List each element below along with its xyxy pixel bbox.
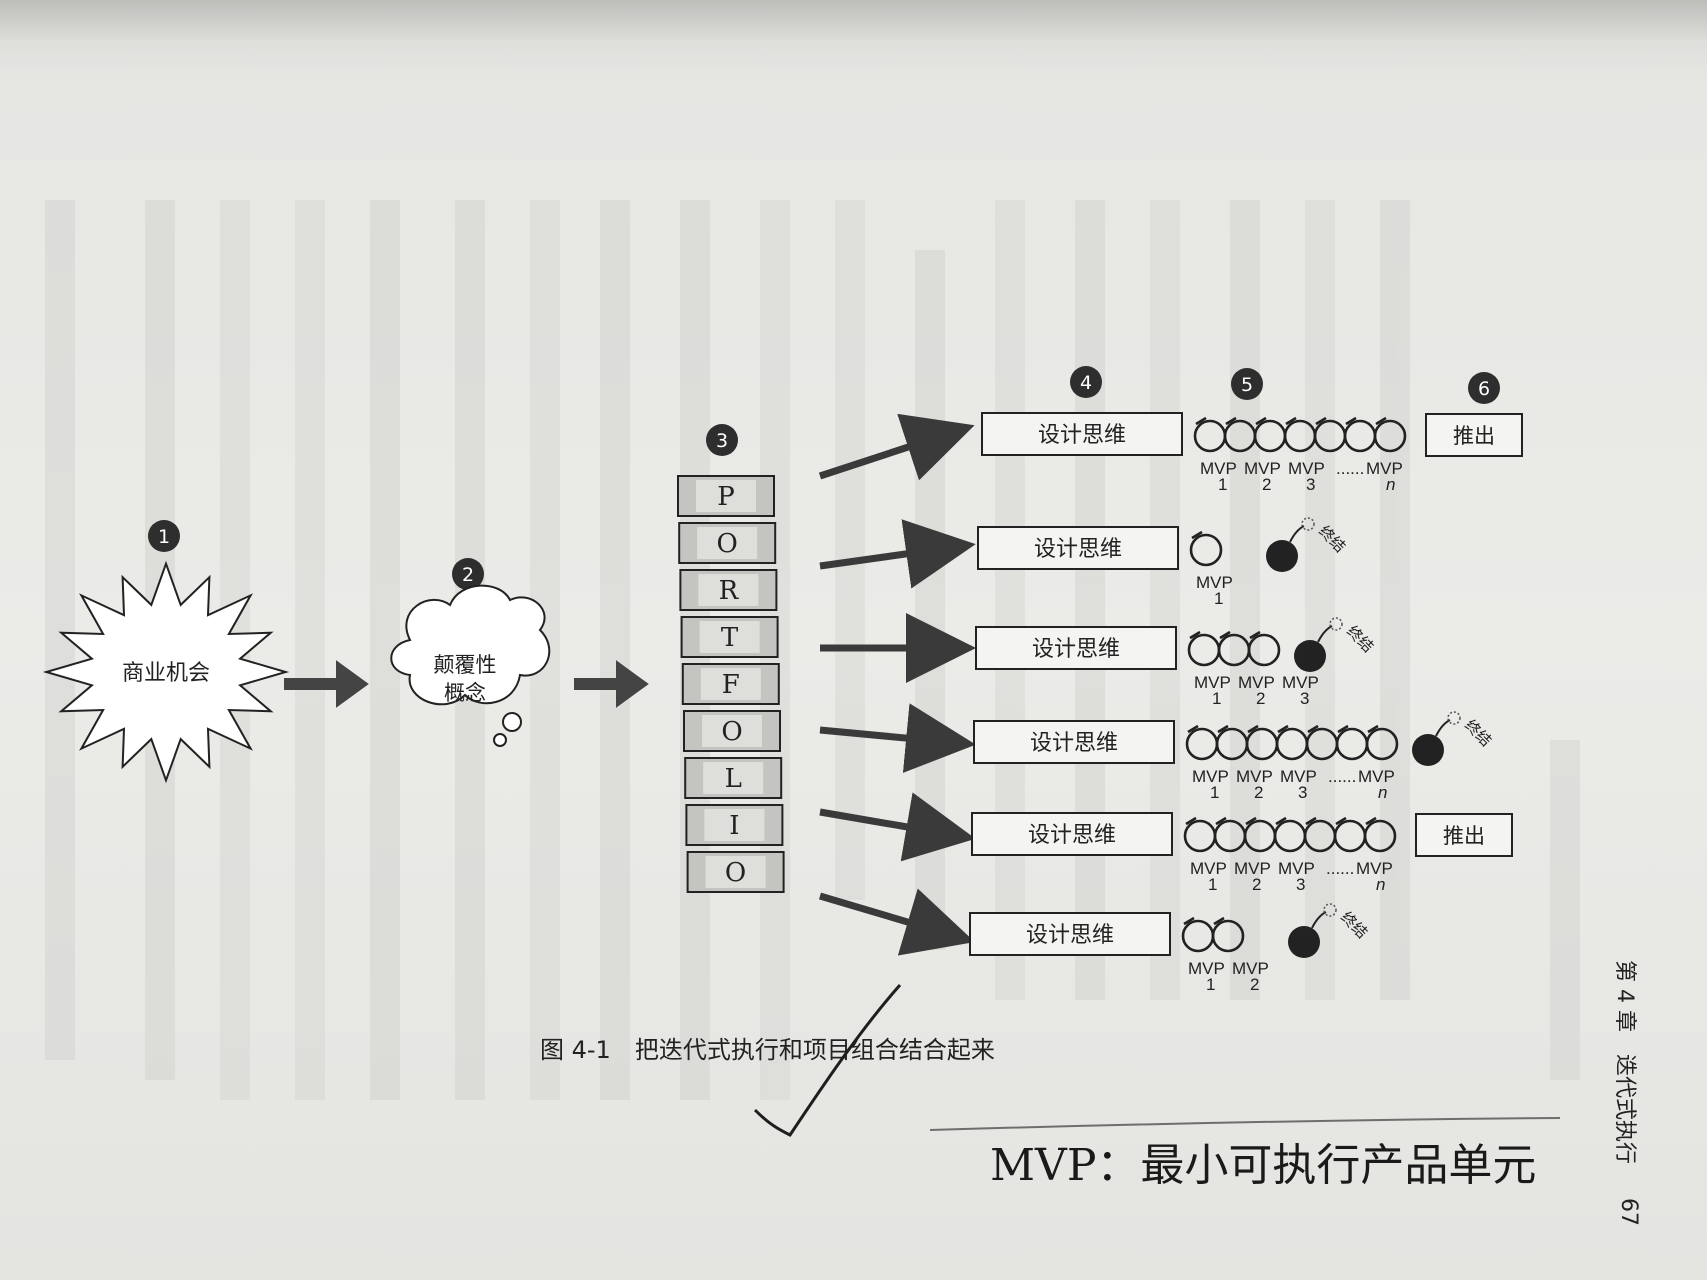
mvp-ellipsis: ...... (1336, 459, 1364, 478)
step-number-3: 3 (706, 424, 738, 456)
design-thinking-label: 设计思维 (1026, 923, 1114, 948)
mvp-index: 2 (1254, 783, 1263, 802)
mvp-index: 1 (1210, 783, 1219, 802)
step-number-text: 1 (158, 526, 170, 548)
portfolio-letter-box: O (678, 522, 777, 564)
chapter-header: 第 4 章 迭代式执行 (1612, 960, 1637, 1164)
portfolio-letter: L (725, 764, 742, 794)
step-number-text: 4 (1080, 372, 1092, 394)
design-thinking-label: 设计思维 (1030, 731, 1118, 756)
terminate-label: 终结 (1337, 908, 1371, 942)
launch-label: 推出 (1453, 424, 1495, 448)
mvp-index: 1 (1218, 475, 1227, 494)
portfolio-letter: I (729, 811, 739, 841)
portfolio-letter: O (725, 858, 746, 888)
page-number: 67 (1616, 1198, 1641, 1226)
portfolio-letter: F (722, 670, 740, 700)
launch-label: 推出 (1443, 824, 1485, 848)
bomb-icon (1266, 540, 1298, 572)
mvp-loop (1333, 819, 1367, 853)
terminate-label: 终结 (1461, 716, 1495, 750)
mvp-index: 2 (1262, 475, 1271, 494)
mvp-index: 1 (1212, 689, 1221, 708)
mvp-loop (1273, 819, 1307, 853)
mvp-index: 3 (1296, 875, 1305, 894)
step-number-1: 1 (148, 520, 180, 552)
mvp-ellipsis: ...... (1328, 767, 1356, 786)
mvp-index: 1 (1206, 975, 1215, 994)
portfolio-letter-box: O (683, 710, 781, 752)
bomb-icon (1288, 926, 1320, 958)
mvp-index: 1 (1214, 589, 1223, 608)
figure-4-1: 1234 5 6 商业机会 颠覆性 概念 PORTFOLIO 设计思维MVP1MVP… (42, 200, 1641, 1226)
portfolio-letter: P (717, 482, 735, 512)
step-number-text: 2 (462, 564, 474, 586)
step-number-text: 5 (1241, 374, 1253, 396)
mvp-loop (1343, 419, 1377, 453)
book-page: 123456 商业机会 颠覆性 概念 PORTFOLIO 设计思维 MVP 1 MVP… (0, 0, 1707, 1280)
handwritten-underline (929, 1117, 1561, 1131)
mvp-loop (1189, 533, 1223, 567)
design-thinking-label: 设计思维 (1034, 537, 1122, 562)
portfolio-letter-box: I (685, 804, 784, 846)
figure-caption: 图 4-1 把迭代式执行和项目组合结合起来 (540, 1036, 995, 1064)
mvp-loop (1183, 819, 1217, 853)
mvp-label: MVP (1366, 459, 1403, 478)
mvp-index: n (1376, 875, 1385, 894)
mvp-index: n (1386, 475, 1395, 494)
step-number-6: 6 (1468, 372, 1500, 404)
business-opportunity: 商业机会 (42, 560, 290, 784)
portfolio-stack: PORTFOLIO (677, 475, 785, 893)
mvp-index: 2 (1252, 875, 1261, 894)
bleed-through-text (45, 200, 1580, 1100)
mvp-index: 1 (1208, 875, 1217, 894)
portfolio-letter-box: R (679, 569, 778, 611)
mvp-index: 2 (1250, 975, 1259, 994)
opportunity-label: 商业机会 (122, 661, 210, 686)
mvp-loop (1181, 919, 1215, 953)
portfolio-letter: O (717, 529, 738, 559)
step-number-text: 6 (1478, 378, 1490, 400)
concept-line-1: 颠覆性 (434, 653, 497, 677)
mvp-index: 3 (1306, 475, 1315, 494)
bomb-icon (1412, 734, 1444, 766)
portfolio-letter-box: O (686, 851, 785, 893)
handwritten-note: MVP：最小可执行产品单元 (990, 1140, 1536, 1191)
bomb-icon (1294, 640, 1326, 672)
mvp-loop (1335, 727, 1369, 761)
terminate-label: 终结 (1343, 622, 1377, 656)
portfolio-letter: T (721, 623, 739, 653)
design-thinking-label: 设计思维 (1038, 423, 1126, 448)
portfolio-letter: R (719, 576, 740, 606)
design-thinking-label: 设计思维 (1032, 637, 1120, 662)
portfolio-letter-box: P (677, 475, 775, 517)
mvp-loop (1185, 727, 1219, 761)
mvp-label: MVP (1358, 767, 1395, 786)
design-thinking-label: 设计思维 (1028, 823, 1116, 848)
mvp-index: n (1378, 783, 1387, 802)
mvp-label: MVP (1356, 859, 1393, 878)
portfolio-letter-box: T (680, 616, 779, 658)
portfolio-letter-box: L (684, 757, 783, 799)
concept-line-2: 概念 (444, 681, 486, 705)
step-number-5: 5 (1231, 368, 1263, 400)
mvp-index: 3 (1300, 689, 1309, 708)
mvp-index: 2 (1256, 689, 1265, 708)
mvp-ellipsis: ...... (1326, 859, 1354, 878)
step-number-4: 4 (1070, 366, 1102, 398)
step-number-text: 3 (716, 430, 728, 452)
mvp-loop (1275, 727, 1309, 761)
mvp-loop (1193, 419, 1227, 453)
mvp-loop (1187, 633, 1221, 667)
mvp-index: 3 (1298, 783, 1307, 802)
portfolio-letter-box: F (681, 663, 780, 705)
portfolio-letter: O (721, 717, 742, 747)
